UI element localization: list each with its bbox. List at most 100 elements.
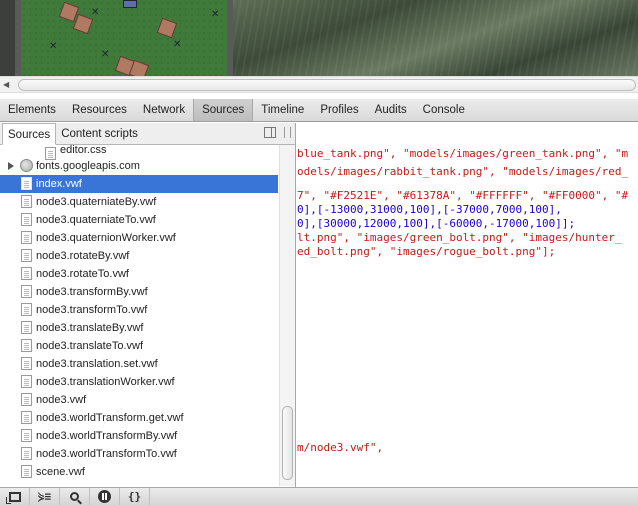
tab-content-scripts[interactable]: Content scripts <box>56 123 143 145</box>
code-token: lt.png", "images/green_bolt.png", "image… <box>297 231 622 244</box>
file-icon <box>21 339 32 352</box>
tree-file[interactable]: node3.rotateTo.vwf <box>0 265 278 283</box>
tree-file[interactable]: node3.transformTo.vwf <box>0 301 278 319</box>
code-token: ed_bolt.png", "images/rogue_bolt.png"]; <box>297 245 556 258</box>
tank-sprite <box>156 17 178 39</box>
code-line: odels/images/rabbit_tank.png", "models/i… <box>297 165 628 178</box>
tree-file[interactable]: editor.css <box>0 145 278 160</box>
file-icon <box>21 285 32 298</box>
tree-file[interactable]: node3.worldTransformTo.vwf <box>0 445 278 463</box>
blue-tank-sprite <box>123 0 137 8</box>
tree-item-label: scene.vwf <box>36 466 85 478</box>
horizontal-scrollbar[interactable]: ◀ <box>0 76 638 93</box>
panel-controls <box>264 127 291 138</box>
tree-folder[interactable]: fonts.googleapis.com <box>0 157 278 175</box>
pretty-print-button[interactable]: {} <box>120 488 150 505</box>
code-line: lt.png", "images/green_bolt.png", "image… <box>297 231 622 244</box>
code-line: 0],[30000,12000,100],[-60000,-17000,100]… <box>297 217 575 230</box>
tab-network[interactable]: Network <box>135 99 193 121</box>
tree-item-label: node3.translateTo.vwf <box>36 340 144 352</box>
pause-exceptions-button[interactable] <box>90 488 120 505</box>
tab-resources[interactable]: Resources <box>64 99 135 121</box>
split-panel-icon[interactable] <box>264 127 276 138</box>
console-toggle-button[interactable]: ⋟≡ <box>30 488 60 505</box>
tree-item-label: fonts.googleapis.com <box>36 160 140 172</box>
viewport-left-strip <box>0 0 15 76</box>
tree-item-label: node3.translationWorker.vwf <box>36 376 175 388</box>
file-icon <box>21 303 32 316</box>
tree-file[interactable]: node3.translationWorker.vwf <box>0 373 278 391</box>
tree-file[interactable]: node3.translateTo.vwf <box>0 337 278 355</box>
tree-file[interactable]: node3.translation.set.vwf <box>0 355 278 373</box>
console-icon: ⋟≡ <box>37 490 52 503</box>
tree-file[interactable]: node3.worldTransformBy.vwf <box>0 427 278 445</box>
tree-file[interactable]: node3.worldTransform.get.vwf <box>0 409 278 427</box>
file-icon <box>21 249 32 262</box>
tab-elements[interactable]: Elements <box>0 99 64 121</box>
dock-icon <box>5 491 21 504</box>
tree-file[interactable]: node3.translateBy.vwf <box>0 319 278 337</box>
tree-item-label: node3.translateBy.vwf <box>36 322 144 334</box>
tree-file[interactable]: scene.vwf <box>0 463 278 481</box>
tree-file[interactable]: node3.quaterniateTo.vwf <box>0 211 278 229</box>
tree-item-label: node3.worldTransform.get.vwf <box>36 412 184 424</box>
code-line: 7", "#F2521E", "#61378A", "#FFFFFF", "#F… <box>297 189 628 202</box>
search-button[interactable] <box>60 488 90 505</box>
tree-item-label: node3.rotateBy.vwf <box>36 250 130 262</box>
file-icon <box>21 447 32 460</box>
scrollbar-thumb[interactable] <box>282 406 293 480</box>
file-icon <box>21 357 32 370</box>
tree-file[interactable]: node3.transformBy.vwf <box>0 283 278 301</box>
tree-item-label: node3.rotateTo.vwf <box>36 268 129 280</box>
expand-arrow-icon[interactable] <box>8 162 14 170</box>
game-viewport[interactable]: ✕ ✕ ✕ ✕ ✕ <box>0 0 638 76</box>
code-line: blue_tank.png", "models/images/green_tan… <box>297 147 628 160</box>
scrollbar-thumb[interactable] <box>18 79 636 91</box>
tree-item-label: node3.translation.set.vwf <box>36 358 158 370</box>
vertical-scrollbar[interactable] <box>279 145 295 486</box>
file-icon <box>21 195 32 208</box>
file-icon <box>21 267 32 280</box>
sources-sidebar: Sources Content scripts editor.css fonts.… <box>0 123 296 487</box>
code-token: 0],[30000,12000,100],[-60000,-17000,100]… <box>297 217 576 230</box>
file-icon <box>21 321 32 334</box>
code-line: ed_bolt.png", "images/rogue_bolt.png"]; <box>297 245 555 258</box>
tab-sources[interactable]: Sources <box>193 99 254 121</box>
tree-file[interactable]: index.vwf <box>0 175 278 193</box>
tree-file[interactable]: node3.rotateBy.vwf <box>0 247 278 265</box>
code-token: 7", "#F2521E", "#61378A", "#FFFFFF", "#F… <box>297 189 629 202</box>
code-line: m/node3.vwf", <box>297 441 383 454</box>
minimap: ✕ ✕ ✕ ✕ ✕ <box>15 0 233 76</box>
marker-icon: ✕ <box>49 41 58 52</box>
file-tree: editor.css fonts.googleapis.com index.vwf n… <box>0 145 295 486</box>
dock-button[interactable] <box>0 488 30 505</box>
tab-console[interactable]: Console <box>415 99 473 121</box>
tree-file[interactable]: node3.quaternionWorker.vwf <box>0 229 278 247</box>
domain-icon <box>20 159 33 172</box>
code-token: odels/images/rabbit_tank.png", "models/i… <box>297 165 629 178</box>
code-line: 0],[-13000,31000,100],[-37000,7000,100], <box>297 203 562 216</box>
tab-profiles[interactable]: Profiles <box>312 99 366 121</box>
tree-item-label: node3.vwf <box>36 394 87 406</box>
tree-file[interactable]: node3.quaterniateBy.vwf <box>0 193 278 211</box>
code-token: 0],[-13000,31000,100],[-37000,7000,100], <box>297 203 562 216</box>
resize-grip-icon[interactable] <box>284 127 291 138</box>
tab-audits[interactable]: Audits <box>367 99 415 121</box>
devtools-toolbar: Elements Resources Network Sources Timeline P… <box>0 99 638 122</box>
tab-timeline[interactable]: Timeline <box>253 99 312 121</box>
status-bar: ⋟≡ {} <box>0 487 638 505</box>
marker-icon: ✕ <box>91 7 100 18</box>
file-icon <box>21 375 32 388</box>
tree-item-label: node3.transformBy.vwf <box>36 286 148 298</box>
file-icon <box>21 429 32 442</box>
tree-item-label: node3.transformTo.vwf <box>36 304 148 316</box>
tab-sources[interactable]: Sources <box>2 123 57 145</box>
code-token: blue_tank.png", "models/images/green_tan… <box>297 147 629 160</box>
scroll-left-icon[interactable]: ◀ <box>3 80 9 89</box>
file-icon <box>21 411 32 424</box>
tree-file[interactable]: node3.vwf <box>0 391 278 409</box>
terrain-view <box>233 0 638 76</box>
code-editor[interactable]: blue_tank.png", "models/images/green_tan… <box>297 123 638 487</box>
marker-icon: ✕ <box>211 9 220 20</box>
search-icon <box>70 492 79 501</box>
